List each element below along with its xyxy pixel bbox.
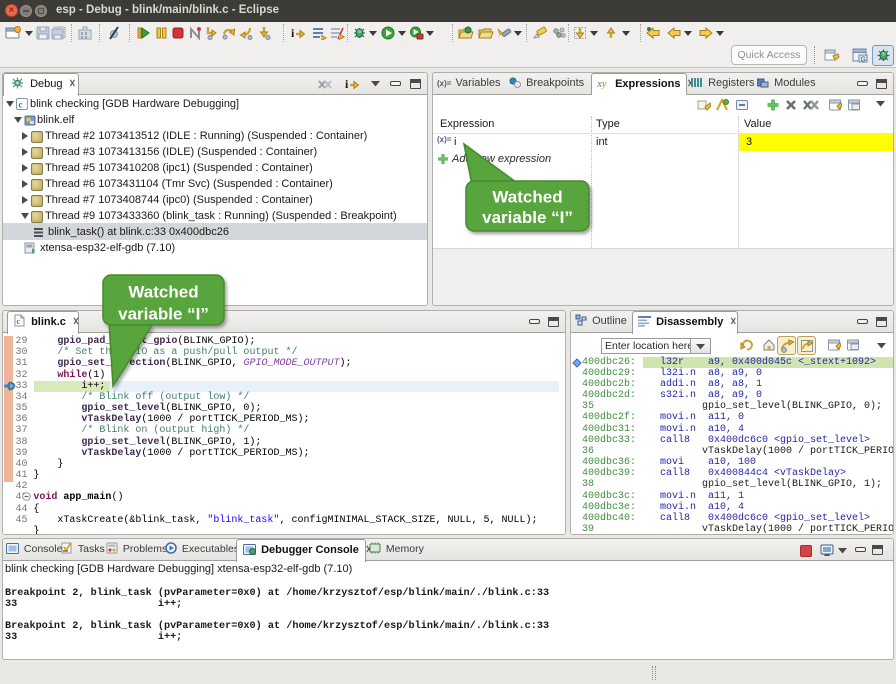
- svg-text:i: i: [345, 77, 349, 91]
- svg-text:G: G: [861, 57, 866, 64]
- svg-text:i: i: [291, 26, 295, 40]
- svg-text:c: c: [19, 100, 23, 110]
- svg-text:c: c: [17, 317, 21, 326]
- svg-text:y: y: [601, 79, 607, 89]
